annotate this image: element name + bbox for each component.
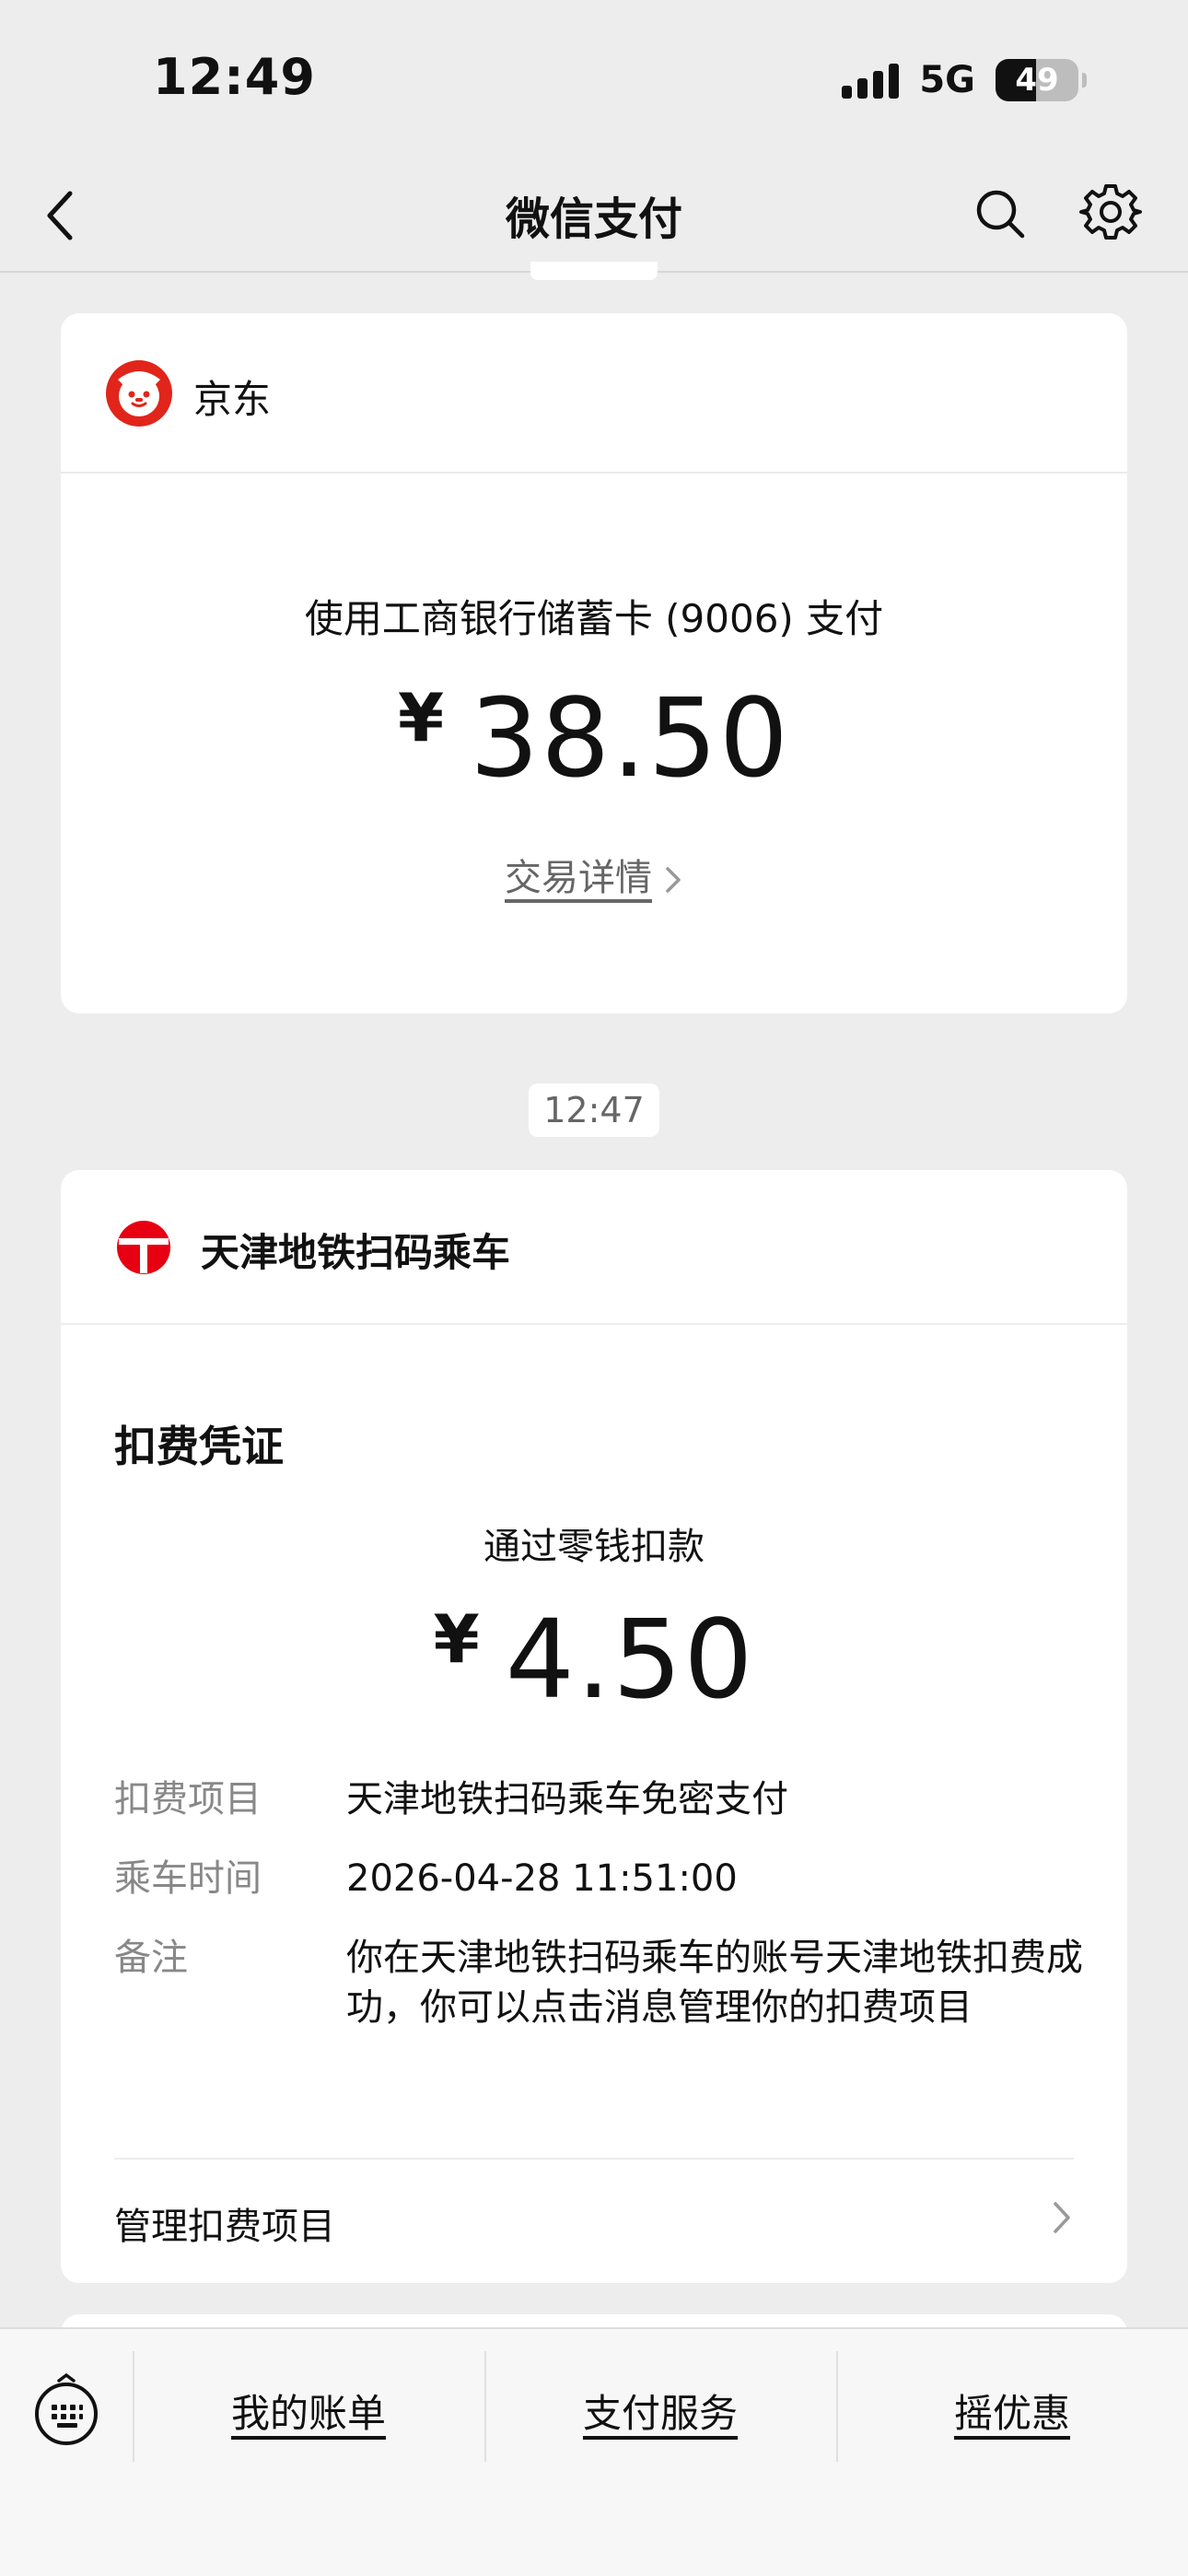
deduction-voucher-card[interactable]: 天津地铁扫码乘车 扣费凭证 通过零钱扣款 ¥4.50 扣费项目 天津地铁扫码乘车… [61,1170,1127,2283]
card-header[interactable]: 京东 [61,313,1127,474]
chevron-right-icon [666,867,681,893]
detail-link-label: 交易详情 [505,857,652,899]
payment-method: 使用工商银行储蓄卡 (9006) 支付 [304,596,884,641]
message-timestamp: 12:47 [529,1083,659,1137]
menu-my-bills[interactable]: 我的账单 [133,2383,484,2439]
merchant-name: 天津地铁扫码乘车 [201,1230,511,1275]
settings-gear-icon[interactable] [1079,179,1142,245]
detail-label: 扣费项目 [114,1778,262,1821]
amount-value: 4.50 [505,1596,755,1723]
bottom-menu-bar: 我的账单 支付服务 摇优惠 [0,2327,1188,2576]
keyboard-icon[interactable] [33,2371,99,2451]
status-icons: 5G 49 [842,57,1087,103]
battery-icon: 49 [996,59,1078,101]
currency-symbol: ¥ [433,1600,482,1678]
cellular-signal-icon [842,62,900,99]
merchant-name: 京东 [193,377,272,422]
search-icon[interactable] [973,181,1028,245]
currency-symbol: ¥ [398,679,447,756]
menu-payment-services[interactable]: 支付服务 [484,2383,836,2439]
detail-row-item: 扣费项目 天津地铁扫码乘车免密支付 [114,1774,1090,1824]
transaction-detail-link[interactable]: 交易详情 [61,848,1127,901]
amount-value: 38.50 [470,674,790,802]
battery-tip [1082,73,1087,88]
voucher-title: 扣费凭证 [114,1422,284,1471]
menu-shake-deals[interactable]: 摇优惠 [836,2383,1188,2439]
nav-bar: 微信支付 [0,157,1188,273]
previous-card-edge [530,262,658,280]
card-header[interactable]: 天津地铁扫码乘车 [61,1170,1127,1325]
voucher-details: 扣费项目 天津地铁扫码乘车免密支付 乘车时间 2026-04-28 11:51:… [114,1774,1090,2062]
battery-level: 49 [1015,62,1059,99]
status-time: 12:49 [153,48,316,106]
detail-row-time: 乘车时间 2026-04-28 11:51:00 [114,1854,1090,1903]
status-bar: 12:49 5G 49 [0,0,1188,157]
detail-value: 你在天津地铁扫码乘车的账号天津地铁扣费成功，你可以点击消息管理你的扣费项目 [346,1937,1083,2029]
payment-card-jd[interactable]: 京东 使用工商银行储蓄卡 (9006) 支付 ¥38.50 交易详情 [61,313,1127,1013]
jd-logo-icon [106,360,172,427]
tianjin-metro-logo-icon [117,1221,170,1274]
manage-deduction-items-button[interactable]: 管理扣费项目 [114,2158,1074,2277]
deduction-amount: ¥4.50 [61,1596,1127,1723]
detail-row-note: 备注 你在天津地铁扫码乘车的账号天津地铁扣费成功，你可以点击消息管理你的扣费项目 [114,1933,1090,2032]
chevron-right-icon [1054,2202,1070,2233]
detail-label: 乘车时间 [114,1857,262,1900]
manage-label: 管理扣费项目 [114,2206,335,2248]
network-type: 5G [919,59,975,101]
detail-value: 2026-04-28 11:51:00 [346,1857,738,1900]
deduction-source: 通过零钱扣款 [483,1526,705,1568]
payment-amount: ¥38.50 [61,674,1127,802]
detail-value: 天津地铁扫码乘车免密支付 [346,1778,788,1821]
detail-label: 备注 [114,1937,188,1979]
